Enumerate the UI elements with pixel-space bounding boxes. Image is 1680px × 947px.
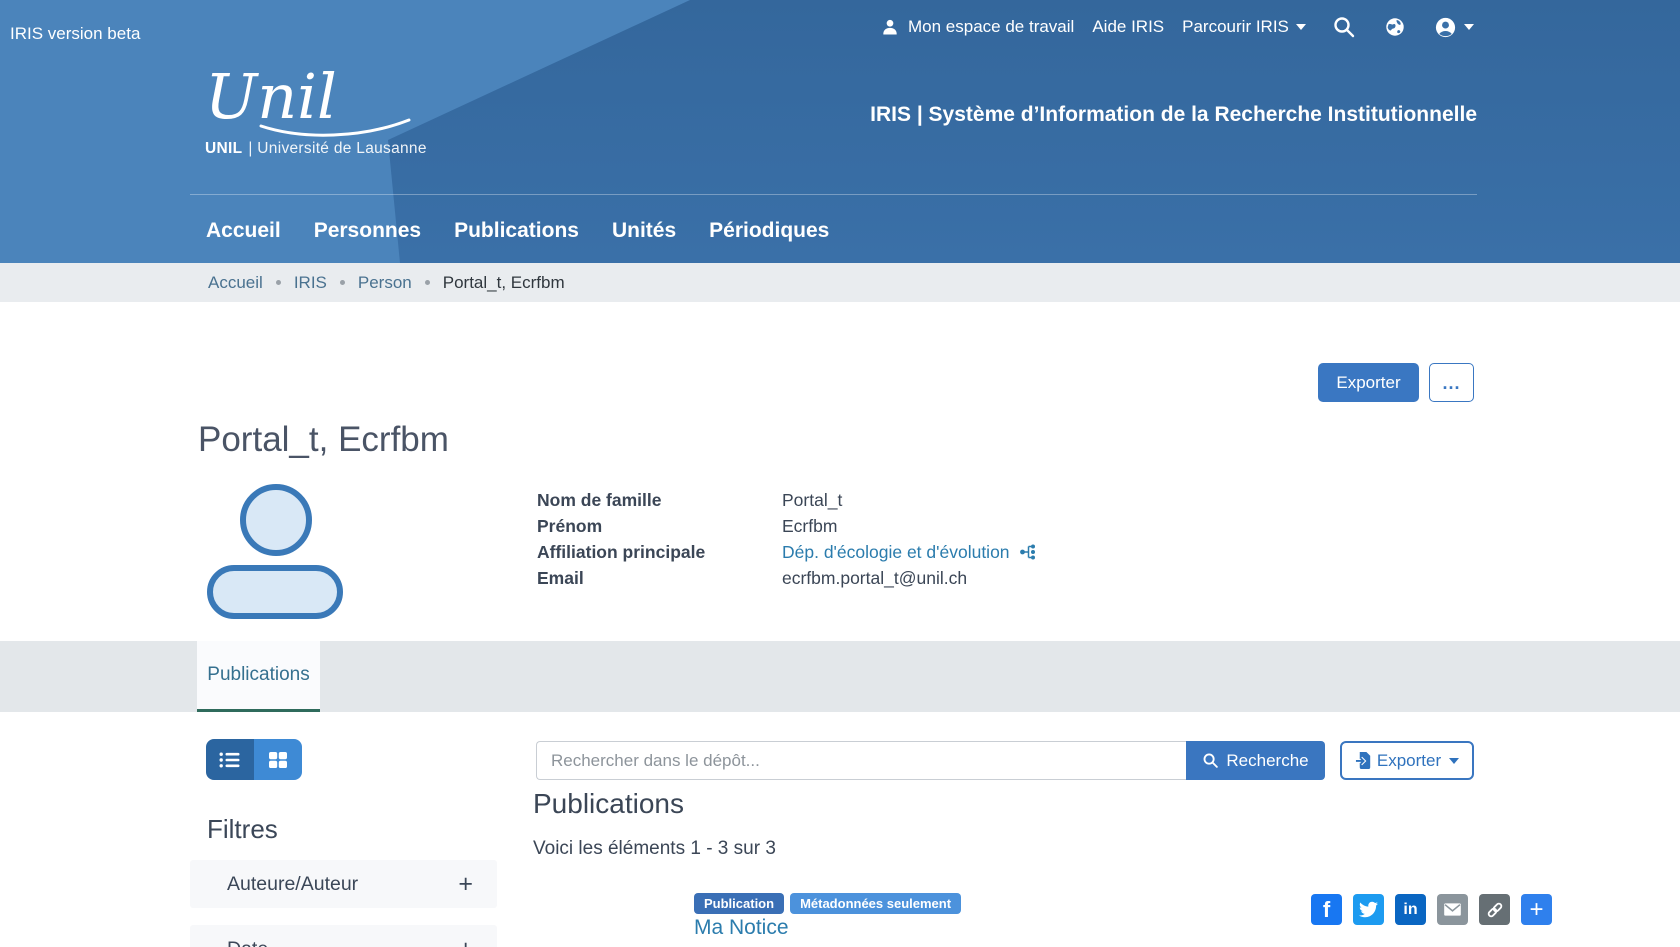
app-title: IRIS | Système d’Information de la Reche… <box>870 103 1477 127</box>
globe-icon <box>1384 16 1406 38</box>
twitter-share-icon[interactable] <box>1353 894 1384 925</box>
caret-down-icon <box>1296 24 1306 30</box>
linkedin-share-icon[interactable]: in <box>1395 894 1426 925</box>
filters-title: Filtres <box>207 814 278 845</box>
nav-unites[interactable]: Unités <box>612 219 676 243</box>
search-submit-button[interactable]: Recherche <box>1186 741 1325 780</box>
workspace-label: Mon espace de travail <box>908 17 1074 37</box>
page-title: Portal_t, Ecrfbm <box>198 420 449 460</box>
field-label: Email <box>537 568 782 589</box>
plus-icon: + <box>458 870 473 899</box>
unil-acronym: UNIL <box>205 140 242 157</box>
org-chart-icon <box>1019 543 1037 561</box>
badge-publication: Publication <box>694 893 784 914</box>
field-label: Nom de famille <box>537 490 782 511</box>
result-item-title[interactable]: Ma Notice <box>694 916 789 940</box>
tab-publications[interactable]: Publications <box>197 641 320 712</box>
breadcrumb-accueil[interactable]: Accueil <box>208 273 263 293</box>
caret-down-icon <box>1449 758 1459 764</box>
topbar-menu: Mon espace de travail Aide IRIS Parcouri… <box>880 12 1474 42</box>
facebook-share-icon[interactable]: f <box>1311 894 1342 925</box>
workspace-link[interactable]: Mon espace de travail <box>880 17 1074 37</box>
field-row: Email ecrfbm.portal_t@unil.ch <box>537 565 1037 591</box>
browse-menu[interactable]: Parcourir IRIS <box>1182 17 1306 37</box>
nav-periodiques[interactable]: Périodiques <box>709 219 829 243</box>
breadcrumb-current: Portal_t, Ecrfbm <box>443 273 565 293</box>
field-row: Nom de famille Portal_t <box>537 487 1037 513</box>
search-button-label: Recherche <box>1226 751 1308 771</box>
file-export-icon <box>1355 751 1374 770</box>
unil-logo-script: Unil <box>205 64 337 133</box>
breadcrumb: Accueil IRIS Person Portal_t, Ecrfbm <box>0 263 1680 302</box>
field-label: Prénom <box>537 516 782 537</box>
filter-date[interactable]: Date + <box>190 925 497 947</box>
affiliation-link[interactable]: Dép. d'écologie et d'évolution <box>782 542 1037 563</box>
search-icon <box>1332 15 1356 39</box>
field-row: Affiliation principale Dép. d'écologie e… <box>537 539 1037 565</box>
share-plus-icon[interactable]: + <box>1521 894 1552 925</box>
person-icon <box>880 17 900 37</box>
nav-accueil[interactable]: Accueil <box>206 219 281 243</box>
language-button[interactable] <box>1384 16 1406 38</box>
more-actions-button[interactable]: ... <box>1429 363 1474 402</box>
results-count: Voici les éléments 1 - 3 sur 3 <box>533 838 776 860</box>
email-share-icon[interactable] <box>1437 894 1468 925</box>
copy-link-icon[interactable] <box>1479 894 1510 925</box>
repository-search-input[interactable] <box>536 741 1186 780</box>
breadcrumb-separator <box>340 280 345 285</box>
field-value: ecrfbm.portal_t@unil.ch <box>782 568 967 589</box>
avatar <box>205 478 345 619</box>
unil-logo[interactable]: Unil <box>203 64 433 149</box>
caret-down-icon <box>1464 24 1474 30</box>
help-link[interactable]: Aide IRIS <box>1092 17 1164 37</box>
account-icon <box>1434 16 1457 39</box>
search-button[interactable] <box>1332 15 1356 39</box>
export-button[interactable]: Exporter <box>1318 363 1419 402</box>
main-nav: Accueil Personnes Publications Unités Pé… <box>206 219 829 243</box>
results-heading: Publications <box>533 788 684 820</box>
list-view-icon <box>219 751 241 769</box>
view-toggle-group <box>206 739 302 780</box>
breadcrumb-separator <box>425 280 430 285</box>
share-buttons: f in + <box>1311 894 1552 925</box>
field-value: Portal_t <box>782 490 842 511</box>
version-label: IRIS version beta <box>10 24 140 44</box>
field-label: Affiliation principale <box>537 542 782 563</box>
export-dropdown-label: Exporter <box>1377 751 1441 771</box>
nav-publications[interactable]: Publications <box>454 219 579 243</box>
envelope-icon <box>1442 899 1463 920</box>
tab-strip: Publications <box>0 641 1680 712</box>
breadcrumb-iris[interactable]: IRIS <box>294 273 327 293</box>
grid-view-icon <box>268 751 288 769</box>
unil-tagline-text: | Université de Lausanne <box>248 140 426 157</box>
header-hero: IRIS version beta Mon espace de travail … <box>0 0 1680 263</box>
browse-label: Parcourir IRIS <box>1182 17 1289 37</box>
unil-logo-tagline: UNIL | Université de Lausanne <box>205 140 427 158</box>
filter-auteur[interactable]: Auteure/Auteur + <box>190 860 497 908</box>
nav-divider <box>190 194 1477 195</box>
list-view-button[interactable] <box>206 739 254 780</box>
search-icon <box>1202 752 1219 769</box>
filter-label: Auteure/Auteur <box>227 873 358 896</box>
plus-icon: + <box>458 935 473 947</box>
iris-person-page: IRIS version beta Mon espace de travail … <box>0 0 1680 947</box>
account-menu[interactable] <box>1434 16 1474 39</box>
results-export-dropdown[interactable]: Exporter <box>1340 741 1474 780</box>
field-value: Ecrfbm <box>782 516 837 537</box>
field-row: Prénom Ecrfbm <box>537 513 1037 539</box>
breadcrumb-person[interactable]: Person <box>358 273 412 293</box>
chain-link-icon <box>1485 900 1505 920</box>
badge-metadata-only: Métadonnées seulement <box>790 893 961 914</box>
person-details: Nom de famille Portal_t Prénom Ecrfbm Af… <box>537 487 1037 591</box>
twitter-bird-icon <box>1359 900 1378 919</box>
result-badges: Publication Métadonnées seulement <box>694 893 961 914</box>
breadcrumb-separator <box>276 280 281 285</box>
filter-label: Date <box>227 938 268 947</box>
grid-view-button[interactable] <box>254 739 302 780</box>
nav-personnes[interactable]: Personnes <box>314 219 421 243</box>
affiliation-label: Dép. d'écologie et d'évolution <box>782 542 1010 563</box>
